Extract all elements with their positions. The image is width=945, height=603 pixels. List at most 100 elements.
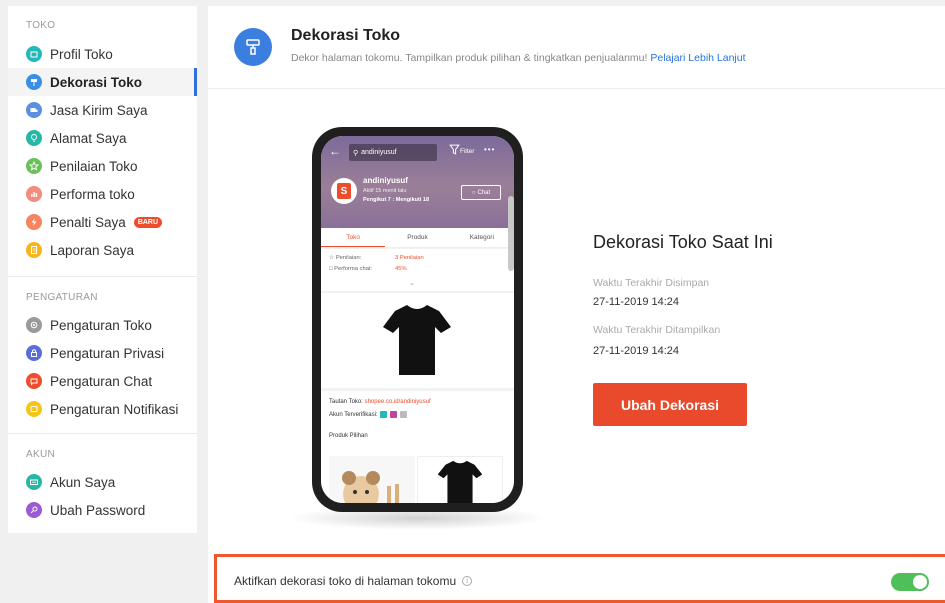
verified-row: Akun Terverifikasi: xyxy=(329,411,407,418)
sidebar-divider xyxy=(8,433,197,434)
sidebar-item-label: Performa toko xyxy=(50,186,135,202)
last-shown-value: 27-11-2019 14:24 xyxy=(593,345,680,357)
sidebar-item-penilaian-toko[interactable]: Penilaian Toko xyxy=(8,152,197,180)
enable-decoration-label: Aktifkan dekorasi toko di halaman tokomu xyxy=(234,574,457,588)
enable-decoration-toggle[interactable] xyxy=(891,573,929,591)
phone-shop-info: Tautan Toko: shopee.co.id/andiniyusuf Ak… xyxy=(321,391,514,503)
phone-active-status: Aktif 15 menit lalu xyxy=(363,188,407,194)
sidebar-item-label: Jasa Kirim Saya xyxy=(50,102,148,118)
verified-facebook-icon xyxy=(399,411,407,418)
featured-product-a xyxy=(329,456,415,503)
shopee-bag-icon: S xyxy=(337,183,351,199)
sidebar-item-label: Pengaturan Privasi xyxy=(50,345,165,361)
notification-icon xyxy=(26,401,42,417)
sidebar-item-label: Ubah Password xyxy=(50,502,146,518)
featured-product-b xyxy=(417,456,503,503)
sidebar-item-alamat-saya[interactable]: Alamat Saya xyxy=(8,124,197,152)
search-icon: ⚲ xyxy=(353,149,359,157)
sidebar-item-pengaturan-privasi[interactable]: Pengaturan Privasi xyxy=(8,339,197,367)
paint-roller-icon xyxy=(234,28,272,66)
phone-featured-product xyxy=(321,293,514,388)
section-label-toko: TOKO xyxy=(26,20,56,31)
sidebar-item-pengaturan-toko[interactable]: Pengaturan Toko xyxy=(8,311,197,339)
learn-more-link[interactable]: Pelajari Lebih Lanjut xyxy=(650,52,745,64)
sidebar-item-pengaturan-notifikasi[interactable]: Pengaturan Notifikasi xyxy=(8,395,197,423)
tshirt-image xyxy=(437,460,483,503)
toggle-knob xyxy=(913,575,927,589)
chat-icon xyxy=(26,373,42,389)
page-subtitle: Dekor halaman tokomu. Tampilkan produk p… xyxy=(291,52,746,64)
phone-search-text: andiniyusuf xyxy=(361,149,397,156)
sidebar-item-dekorasi-toko[interactable]: Dekorasi Toko xyxy=(8,68,197,96)
filter-label: Filter xyxy=(460,148,475,155)
subtitle-text: Dekor halaman tokomu. Tampilkan produk p… xyxy=(291,52,648,64)
sidebar-item-jasa-kirim[interactable]: Jasa Kirim Saya xyxy=(8,96,197,124)
current-decoration-title: Dekorasi Toko Saat Ini xyxy=(593,232,773,252)
more-dots-icon: ••• xyxy=(484,145,496,154)
stat-row-chat: □ Performa chat: 45% xyxy=(329,266,407,272)
verified-line-icon xyxy=(380,411,388,418)
phone-preview: ← ⚲ andiniyusuf Filter ••• S andiniyusuf… xyxy=(312,127,523,512)
shop-avatar: S xyxy=(331,178,357,204)
main-panel: Dekorasi Toko Dekor halaman tokomu. Tamp… xyxy=(208,6,945,603)
sidebar-item-label: Pengaturan Chat xyxy=(50,373,153,389)
last-saved-label: Waktu Terakhir Disimpan xyxy=(593,277,710,289)
toy-image xyxy=(342,471,399,503)
shop-icon xyxy=(26,46,42,62)
phone-tab-produk: Produk xyxy=(407,234,428,241)
sidebar-item-penalti-saya[interactable]: Penalti Saya BARU xyxy=(8,208,197,236)
phone-tab-kategori: Kategori xyxy=(469,234,494,241)
phone-scrollbar xyxy=(508,196,514,271)
shop-link-value: shopee.co.id/andiniyusuf xyxy=(364,399,431,405)
star-icon xyxy=(26,158,42,174)
new-badge: BARU xyxy=(133,216,163,228)
sidebar-item-pengaturan-chat[interactable]: Pengaturan Chat xyxy=(8,367,197,395)
sidebar-item-label: Pengaturan Notifikasi xyxy=(50,401,179,417)
last-saved-value: 27-11-2019 14:24 xyxy=(593,296,680,308)
id-card-icon xyxy=(26,474,42,490)
enable-decoration-bar: Aktifkan dekorasi toko di halaman tokomu… xyxy=(214,554,945,603)
stat-key: Penilaian: xyxy=(335,255,362,261)
stat-key: Performa chat: xyxy=(334,266,373,272)
sidebar-item-profil-toko[interactable]: Profil Toko xyxy=(8,40,197,68)
sidebar: TOKO Profil Toko Dekorasi Toko Jasa Kiri… xyxy=(8,6,197,533)
sidebar-item-label: Penilaian Toko xyxy=(50,158,138,174)
paint-roller-icon xyxy=(26,74,42,90)
bar-chart-icon xyxy=(26,186,42,202)
star-outline-icon: ☆ xyxy=(329,255,336,261)
sidebar-item-label: Alamat Saya xyxy=(50,130,127,146)
location-pin-icon xyxy=(26,130,42,146)
sidebar-item-label: Pengaturan Toko xyxy=(50,317,152,333)
shop-link-row: Tautan Toko: shopee.co.id/andiniyusuf xyxy=(329,399,431,405)
phone-chat-label: Chat xyxy=(477,189,491,196)
sidebar-item-performa-toko[interactable]: Performa toko xyxy=(8,180,197,208)
phone-follow-stats: Pengikut 7 : Mengikuti 18 xyxy=(363,197,430,203)
sidebar-item-akun-saya[interactable]: Akun Saya xyxy=(8,468,197,496)
verified-label: Akun Terverifikasi: xyxy=(329,412,378,419)
sidebar-item-laporan-saya[interactable]: Laporan Saya xyxy=(8,236,197,264)
phone-stats: ☆ Penilaian: 3 Penilaian □ Performa chat… xyxy=(321,249,514,291)
enable-decoration-row: Aktifkan dekorasi toko di halaman tokomu… xyxy=(234,574,473,588)
tshirt-image xyxy=(383,305,451,375)
lightning-icon xyxy=(26,214,42,230)
shop-banner: ← ⚲ andiniyusuf Filter ••• S andiniyusuf… xyxy=(321,136,514,228)
section-label-akun: AKUN xyxy=(26,449,55,460)
last-shown-label: Waktu Terakhir Ditampilkan xyxy=(593,324,721,336)
filter-icon xyxy=(449,144,460,155)
sidebar-item-label: Laporan Saya xyxy=(50,242,135,258)
featured-label: Produk Pilihan xyxy=(329,433,368,439)
back-arrow-icon: ← xyxy=(329,144,341,158)
phone-screen: ← ⚲ andiniyusuf Filter ••• S andiniyusuf… xyxy=(321,136,514,503)
phone-tabs: Toko Produk Kategori xyxy=(321,228,514,248)
phone-shop-name: andiniyusuf xyxy=(363,176,408,185)
document-icon xyxy=(26,242,42,258)
info-icon[interactable]: i xyxy=(462,576,473,586)
shop-link-label: Tautan Toko: xyxy=(329,399,363,405)
sidebar-item-ubah-password[interactable]: Ubah Password xyxy=(8,496,197,524)
edit-decoration-button[interactable]: Ubah Dekorasi xyxy=(593,383,747,426)
gear-icon xyxy=(26,317,42,333)
chevron-down-icon: ⌄ xyxy=(409,280,415,287)
truck-icon xyxy=(26,102,42,118)
sidebar-item-label: Dekorasi Toko xyxy=(50,74,143,90)
lock-icon xyxy=(26,345,42,361)
